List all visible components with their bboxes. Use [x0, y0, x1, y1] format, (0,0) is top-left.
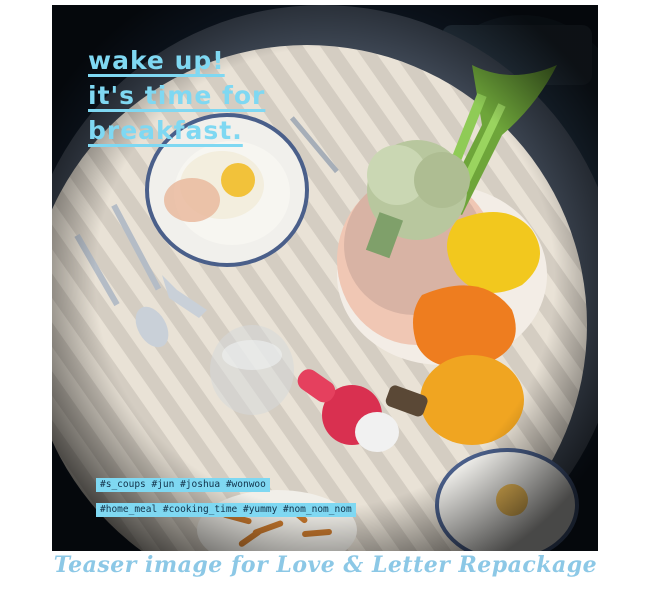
- hashtag-line: #home_meal #cooking_time #yummy #nom_nom…: [96, 503, 356, 517]
- headline: wake up! it's time for breakfast.: [88, 43, 265, 148]
- headline-line: wake up!: [88, 46, 225, 75]
- hashtag-block: #s_coups #jun #joshua #wonwoo #home_meal…: [96, 472, 356, 522]
- headline-line: breakfast.: [88, 116, 243, 145]
- teaser-photo: wake up! it's time for breakfast. #s_cou…: [52, 5, 598, 551]
- hashtag-line: #s_coups #jun #joshua #wonwoo: [96, 478, 270, 492]
- caption: Teaser image for Love & Letter Repackage: [53, 552, 598, 578]
- headline-line: it's time for: [88, 81, 266, 110]
